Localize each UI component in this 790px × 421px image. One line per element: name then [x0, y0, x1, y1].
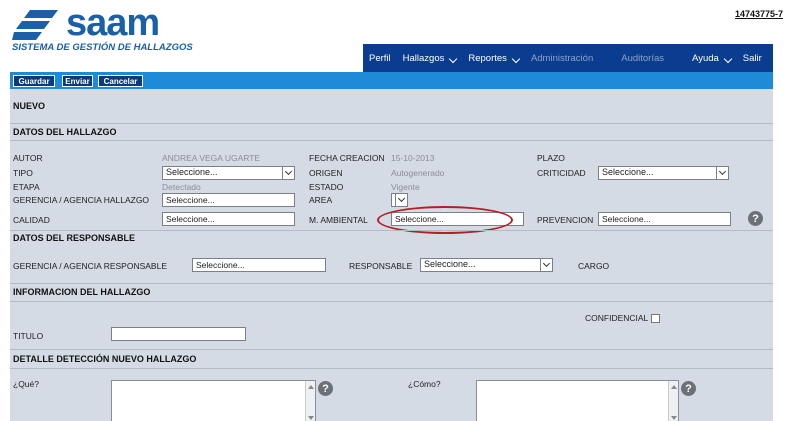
tipo-select[interactable]: Seleccione...: [162, 166, 295, 180]
form-panel: [10, 89, 773, 421]
criticidad-label: CRITICIDAD: [537, 168, 586, 178]
divider: [10, 349, 773, 350]
nav-reportes-label: Reportes: [468, 52, 507, 64]
responsable-select-value: Seleccione...: [424, 259, 476, 269]
divider: [10, 230, 773, 231]
gerencia-hallazgo-input[interactable]: Seleccione...: [162, 193, 295, 207]
nav-ayuda-label: Ayuda: [692, 52, 719, 64]
origen-value: Autogenerado: [391, 168, 445, 178]
nav-hallazgos[interactable]: Hallazgos: [397, 44, 463, 72]
user-id-link[interactable]: 14743775-7: [735, 9, 783, 19]
nav-auditorias: Auditorías: [615, 44, 670, 72]
datos-hallazgo-heading: DATOS DEL HALLAZGO: [13, 127, 117, 137]
saam-logo-mark-icon: [12, 10, 58, 40]
informacion-heading: INFORMACION DEL HALLAZGO: [13, 287, 151, 297]
datos-responsable-heading: DATOS DEL RESPONSABLE: [13, 233, 136, 243]
chevron-down-icon: [511, 54, 521, 63]
nav-ayuda[interactable]: Ayuda: [686, 44, 737, 72]
divider: [10, 368, 773, 369]
guardar-button[interactable]: Guardar: [13, 75, 55, 87]
m-ambiental-input[interactable]: Seleccione...: [391, 212, 524, 226]
chevron-down-icon: [716, 167, 728, 179]
responsable-select[interactable]: Seleccione...: [420, 258, 553, 272]
prevencion-input[interactable]: Seleccione...: [598, 212, 731, 226]
nav-reportes[interactable]: Reportes: [462, 44, 525, 72]
confidencial-label: CONFIDENCIAL: [585, 313, 649, 323]
chevron-down-icon: [395, 194, 407, 206]
scrollbar[interactable]: [305, 381, 315, 421]
logo-subtitle: SISTEMA DE GESTIÓN DE HALLAZGOS: [12, 42, 193, 53]
criticidad-select-value: Seleccione...: [602, 167, 654, 177]
nav-salir-label: Salir: [742, 52, 762, 64]
calidad-input[interactable]: Seleccione...: [162, 212, 295, 226]
calidad-label: CALIDAD: [13, 215, 50, 225]
responsable-label: RESPONSABLE: [349, 261, 413, 271]
nav-perfil[interactable]: Perfil: [363, 44, 397, 72]
enviar-button[interactable]: Enviar: [62, 75, 93, 87]
titulo-input[interactable]: [111, 327, 246, 341]
chevron-down-icon: [449, 54, 458, 63]
help-icon[interactable]: ?: [748, 211, 763, 226]
autor-value: ANDREA VEGA UGARTE: [162, 153, 261, 163]
chevron-down-icon: [282, 167, 294, 179]
autor-label: AUTOR: [13, 153, 43, 163]
area-label: AREA: [309, 195, 333, 205]
que-label: ¿Qué?: [13, 379, 39, 389]
titulo-label: TITULO: [13, 331, 44, 341]
que-textarea[interactable]: [111, 380, 316, 421]
cancelar-button[interactable]: Cancelar: [98, 75, 143, 87]
tipo-label: TIPO: [13, 168, 33, 178]
nav-administracion: Administración: [525, 44, 599, 72]
cargo-label: CARGO: [578, 261, 610, 271]
divider: [10, 283, 773, 284]
help-icon[interactable]: ?: [318, 381, 333, 396]
confidencial-checkbox[interactable]: [651, 314, 660, 323]
plazo-label: PLAZO: [537, 153, 565, 163]
logo-wordmark: saam: [66, 2, 160, 44]
etapa-label: ETAPA: [13, 182, 40, 192]
nav-administracion-label: Administración: [530, 52, 594, 64]
nav-salir[interactable]: Salir: [737, 44, 768, 72]
m-ambiental-label: M. AMBIENTAL: [309, 215, 368, 225]
scrollbar[interactable]: [668, 381, 678, 421]
help-icon[interactable]: ?: [681, 381, 696, 396]
estado-label: ESTADO: [309, 182, 344, 192]
nav-hallazgos-label: Hallazgos: [402, 52, 445, 64]
tipo-select-value: Seleccione...: [166, 167, 218, 177]
prevencion-label: PREVENCION: [537, 215, 594, 225]
origen-label: ORIGEN: [309, 168, 343, 178]
gerencia-hallazgo-label: GERENCIA / AGENCIA HALLAZGO: [13, 195, 150, 205]
gerencia-responsable-label: GERENCIA / AGENCIA RESPONSABLE: [13, 261, 167, 271]
como-textarea[interactable]: [476, 380, 679, 421]
fecha-creacion-label: FECHA CREACION: [309, 153, 385, 163]
chevron-down-icon: [723, 54, 733, 63]
area-select[interactable]: [391, 193, 408, 207]
divider: [10, 123, 773, 124]
divider: [10, 140, 773, 141]
main-nav: Perfil Hallazgos Reportes Administración…: [363, 44, 773, 72]
como-label: ¿Cómo?: [408, 379, 441, 389]
saam-logo: saam SISTEMA DE GESTIÓN DE HALLAZGOS: [12, 2, 202, 54]
nav-auditorias-label: Auditorías: [621, 52, 665, 64]
divider: [10, 301, 773, 302]
detalle-heading: DETALLE DETECCIÓN NUEVO HALLAZGO: [13, 354, 197, 364]
estado-value: Vigente: [391, 182, 420, 192]
nuevo-heading: NUEVO: [13, 101, 46, 111]
gerencia-responsable-input[interactable]: Seleccione...: [192, 258, 326, 272]
nav-perfil-label: Perfil: [369, 52, 391, 64]
chevron-down-icon: [540, 259, 552, 271]
etapa-value: Detectado: [162, 182, 201, 192]
criticidad-select[interactable]: Seleccione...: [598, 166, 729, 180]
fecha-creacion-value: 15-10-2013: [391, 153, 435, 163]
